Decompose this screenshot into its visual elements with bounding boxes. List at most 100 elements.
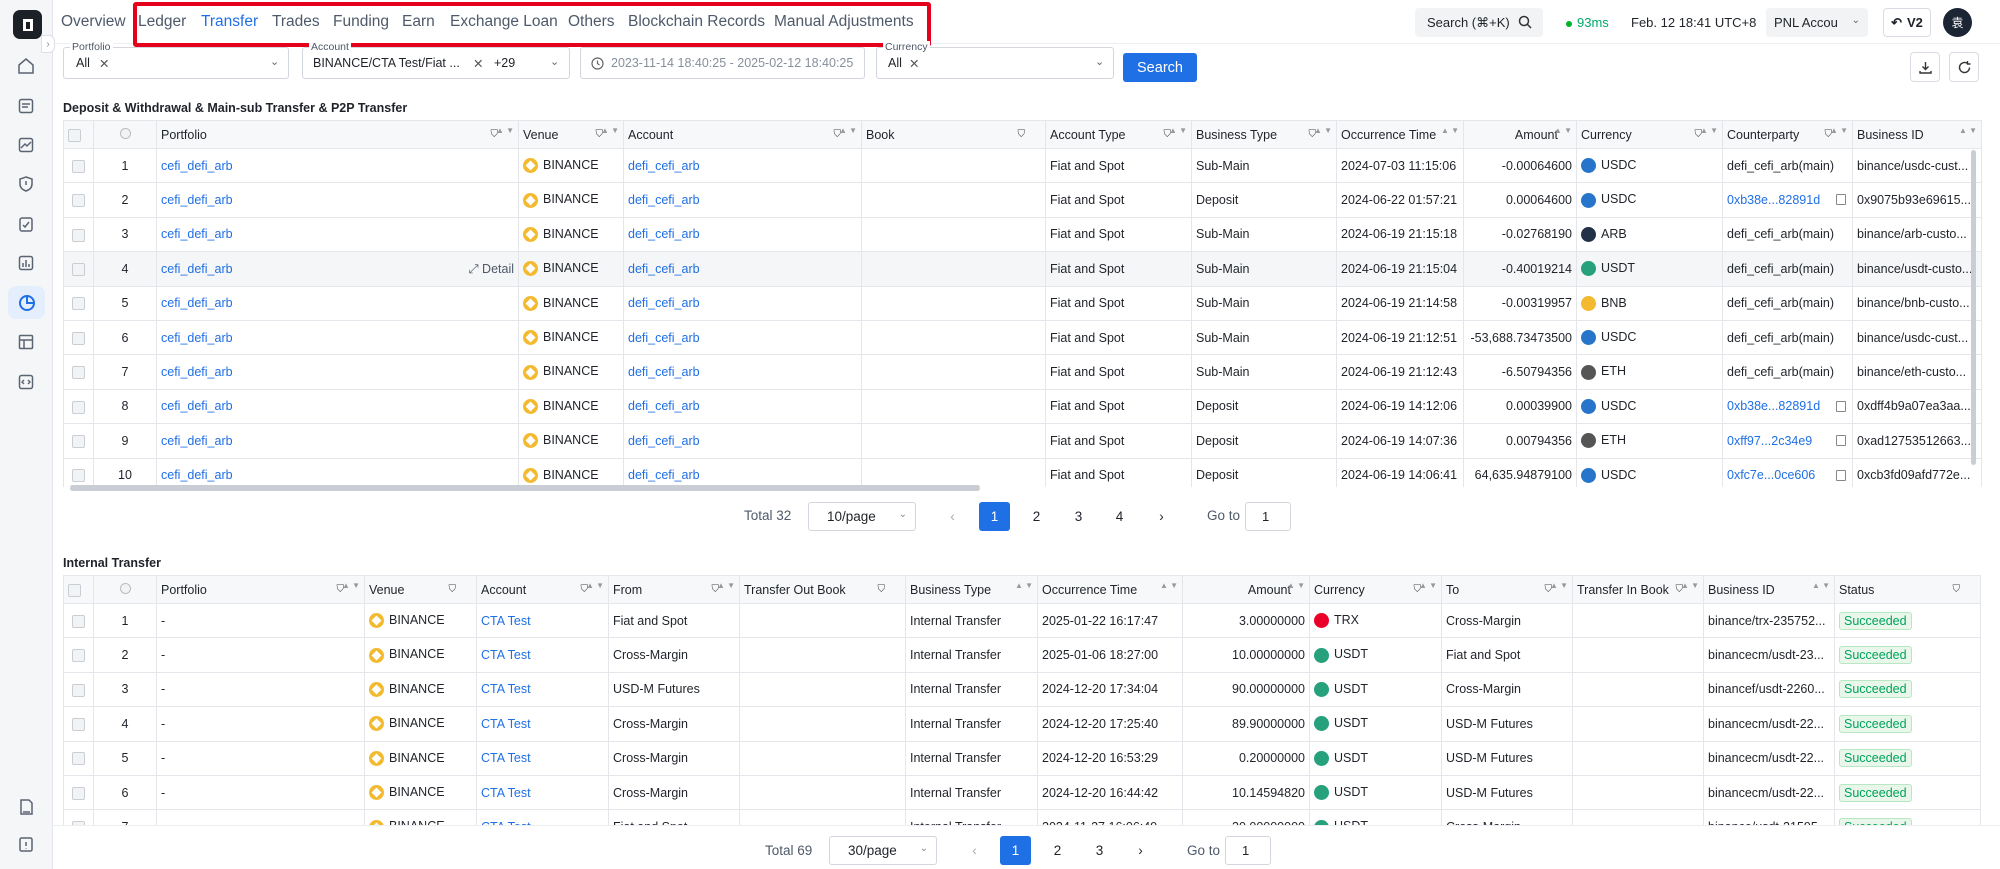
row-checkbox[interactable]	[63, 388, 94, 425]
account-link[interactable]: defi_cefi_arb	[628, 365, 700, 379]
page-1-button[interactable]: 1	[1000, 836, 1031, 865]
sort-icon[interactable]: ▲ ▼	[1830, 127, 1848, 135]
detail-button[interactable]: ⤢ Detail	[469, 262, 514, 277]
account-cell[interactable]: defi_cefi_arb	[623, 216, 862, 253]
sort-icon[interactable]: ▲ ▼	[839, 127, 857, 135]
portfolio-link[interactable]: cefi_defi_arb	[161, 468, 233, 482]
table-row[interactable]: 1- BINANCE CTA Test Fiat and Spot Internal T…	[63, 602, 1981, 639]
row-checkbox[interactable]	[63, 354, 94, 390]
account-link[interactable]: CTA Test	[481, 717, 531, 731]
clipboard-icon[interactable]	[14, 832, 38, 856]
account-link[interactable]: defi_cefi_arb	[628, 262, 700, 276]
home-icon[interactable]	[14, 54, 38, 78]
account-cell[interactable]: CTA Test	[476, 774, 609, 811]
row-checkbox[interactable]	[63, 740, 94, 776]
row-checkbox[interactable]	[63, 182, 94, 218]
page-3-button[interactable]: 3	[1084, 836, 1115, 865]
account-link[interactable]: CTA Test	[481, 648, 531, 662]
row-checkbox[interactable]	[63, 251, 94, 287]
account-cell[interactable]: CTA Test	[476, 637, 609, 673]
counterparty-link[interactable]: 0xb38e...82891d	[1727, 399, 1820, 413]
page-4-button[interactable]: 4	[1104, 502, 1135, 531]
row-checkbox[interactable]	[63, 423, 94, 459]
remove-tag-icon[interactable]: ✕	[99, 56, 109, 71]
portfolio-cell[interactable]: cefi_defi_arb ⤢ Detail	[156, 251, 519, 287]
portfolio-link[interactable]: cefi_defi_arb	[161, 365, 233, 379]
sort-icon[interactable]: ▲ ▼	[1287, 582, 1305, 590]
sort-icon[interactable]: ▲ ▼	[1160, 582, 1178, 590]
checkbox[interactable]	[68, 583, 81, 597]
column-header-transfer-in-book[interactable]: Transfer In Book ⛉ ▲ ▼	[1572, 575, 1704, 604]
row-checkbox[interactable]	[63, 147, 94, 184]
filter-icon[interactable]: ⛉	[1018, 129, 1026, 140]
prev-page-icon[interactable]: ‹	[937, 502, 968, 531]
table-row[interactable]: 5- BINANCE CTA Test Cross-Margin Internal Tr…	[63, 740, 1981, 776]
table-icon[interactable]	[14, 330, 38, 354]
account-cell[interactable]: defi_cefi_arb	[623, 147, 862, 184]
portfolio-cell[interactable]: cefi_defi_arb	[156, 147, 519, 184]
account-cell[interactable]: defi_cefi_arb	[623, 319, 862, 356]
row-checkbox[interactable]	[63, 319, 94, 356]
account-link[interactable]: CTA Test	[481, 614, 531, 628]
sort-icon[interactable]: ▲ ▼	[1441, 127, 1459, 135]
next-page-icon[interactable]: ›	[1146, 502, 1177, 531]
currency-filter[interactable]: Currency All ✕ ⌄	[876, 41, 1114, 79]
sort-icon[interactable]: ▲ ▼	[1700, 127, 1718, 135]
goto-page-input[interactable]: 1	[1225, 836, 1271, 865]
portfolio-link[interactable]: cefi_defi_arb	[161, 227, 233, 241]
column-header-transfer-out-book[interactable]: Transfer Out Book ⛉	[739, 575, 906, 604]
clipboard-check-icon[interactable]	[14, 212, 38, 236]
sort-icon[interactable]: ▲ ▼	[1959, 127, 1977, 135]
page-2-button[interactable]: 2	[1021, 502, 1052, 531]
counterparty-cell[interactable]: 0xff97...2c34e9	[1722, 423, 1853, 459]
column-header-venue[interactable]: Venue ⛉	[364, 575, 477, 604]
column-header-from[interactable]: From ⛉ ▲ ▼	[608, 575, 740, 604]
checkbox[interactable]	[72, 752, 85, 766]
table-row[interactable]: 6 cefi_defi_arb BINANCE defi_cefi_arb Fiat a…	[63, 319, 1982, 356]
account-cell[interactable]: defi_cefi_arb	[623, 388, 862, 425]
row-checkbox[interactable]	[63, 706, 94, 742]
portfolio-link[interactable]: cefi_defi_arb	[161, 193, 233, 207]
portfolio-cell[interactable]: cefi_defi_arb	[156, 354, 519, 390]
page-2-button[interactable]: 2	[1042, 836, 1073, 865]
account-link[interactable]: defi_cefi_arb	[628, 227, 700, 241]
table-row[interactable]: 3 cefi_defi_arb BINANCE defi_cefi_arb Fiat a…	[63, 216, 1982, 253]
column-header-to[interactable]: To ⛉ ▲ ▼	[1441, 575, 1573, 604]
row-checkbox[interactable]	[63, 774, 94, 811]
sort-icon[interactable]: ▲ ▼	[1015, 582, 1033, 590]
account-cell[interactable]: defi_cefi_arb	[623, 354, 862, 390]
column-header-counterparty[interactable]: Counterparty ⛉ ▲ ▼	[1722, 120, 1853, 149]
copy-icon[interactable]	[1836, 400, 1846, 412]
checkbox[interactable]	[72, 400, 85, 414]
column-header-account-type[interactable]: Account Type ⛉ ▲ ▼	[1045, 120, 1192, 149]
app-logo[interactable]	[13, 10, 42, 39]
row-checkbox[interactable]	[63, 637, 94, 673]
filter-icon[interactable]: ⛉	[878, 584, 886, 595]
column-header-occurrence-time[interactable]: Occurrence Time ▲ ▼	[1336, 120, 1464, 149]
sort-icon[interactable]: ▲ ▼	[1419, 582, 1437, 590]
pnl-account-select[interactable]: PNL Accou ⌄	[1766, 8, 1868, 37]
checkbox[interactable]	[72, 159, 85, 173]
checkbox[interactable]	[72, 786, 85, 800]
column-header-venue[interactable]: Venue ⛉ ▲ ▼	[518, 120, 624, 149]
sort-icon[interactable]: ▲ ▼	[496, 127, 514, 135]
sort-icon[interactable]: ▲ ▼	[1550, 582, 1568, 590]
table-row[interactable]: 9 cefi_defi_arb BINANCE defi_cefi_arb Fiat a…	[63, 423, 1982, 459]
counterparty-link[interactable]: 0xb38e...82891d	[1727, 193, 1820, 207]
remove-tag-icon[interactable]: ✕	[909, 56, 919, 71]
horizontal-scrollbar-thumb[interactable]	[70, 486, 980, 491]
column-header-amount[interactable]: Amount ▲ ▼	[1463, 120, 1577, 149]
page-size-select[interactable]: 10/page ⌄	[808, 502, 916, 531]
account-link[interactable]: CTA Test	[481, 751, 531, 765]
prev-page-icon[interactable]: ‹	[959, 836, 990, 865]
checkbox[interactable]	[72, 434, 85, 448]
account-cell[interactable]: defi_cefi_arb	[623, 423, 862, 459]
account-cell[interactable]: CTA Test	[476, 671, 609, 708]
checkbox[interactable]	[72, 262, 85, 276]
download-button[interactable]	[1910, 52, 1940, 82]
remove-tag-icon[interactable]: ✕	[473, 56, 483, 71]
global-search-button[interactable]: Search (⌘+K)	[1415, 8, 1543, 37]
filter-icon[interactable]: ⛉	[449, 584, 457, 595]
account-link[interactable]: CTA Test	[481, 682, 531, 696]
portfolio-cell[interactable]: cefi_defi_arb	[156, 319, 519, 356]
